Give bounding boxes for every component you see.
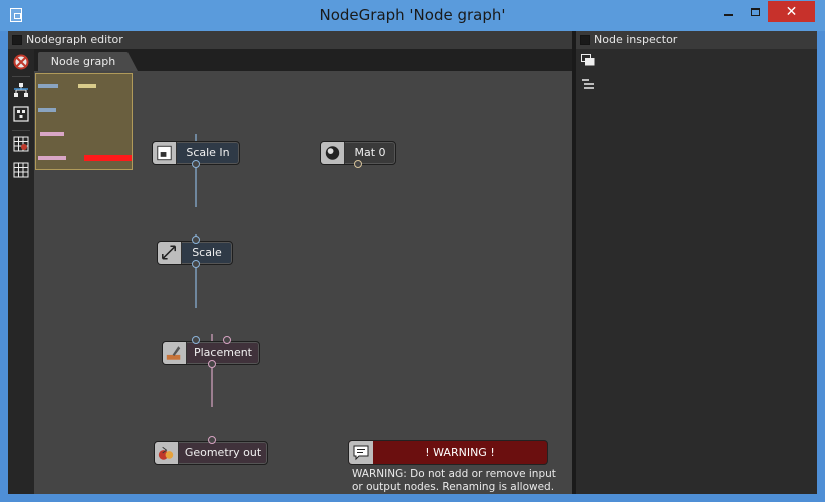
minimap-node [78,84,96,88]
scale-in-icon [153,142,177,164]
minimize-button[interactable] [715,1,742,22]
minimap-node [38,84,58,88]
close-button[interactable]: ✕ [768,1,815,22]
tab-strip: Node graph [34,49,572,71]
port-placement-in-geometry[interactable] [192,336,200,344]
tab-node-graph[interactable]: Node graph [38,52,138,71]
window-title: NodeGraph 'Node graph' [319,6,506,24]
minimap-node [40,132,64,136]
maximize-icon [751,7,760,16]
port-scale-in[interactable] [192,236,200,244]
panel-title: Nodegraph editor [26,33,123,46]
inspector-body [576,49,817,494]
toolbar-separator [12,76,30,77]
node-label: Mat 0 [354,146,386,159]
port-mat-0-out[interactable] [354,160,362,168]
material-icon [321,142,345,164]
port-placement-in-material[interactable] [223,336,231,344]
grid-snap-icon[interactable] [13,136,29,152]
grid-icon[interactable] [13,162,29,178]
node-label: Scale In [186,146,230,159]
warning-message: WARNING: Do not add or remove input or o… [352,468,556,493]
node-graph-canvas[interactable]: Scale In Mat 0 Scale Placement Geometry … [34,71,572,494]
editor-toolbar [8,49,34,494]
panel-float-checkbox[interactable] [580,35,590,45]
panel-title: Node inspector [594,33,678,46]
maximize-button[interactable] [742,1,769,22]
app-window: NodeGraph 'Node graph' ✕ Nodegraph edito… [0,0,825,502]
port-scale-out[interactable] [192,260,200,268]
scale-icon [158,242,182,264]
list-view-icon[interactable] [581,78,595,90]
minimap-node-warning [84,155,132,161]
window-stack-icon[interactable] [581,54,595,66]
node-label: ! WARNING ! [425,446,495,459]
panel-float-checkbox[interactable] [12,35,22,45]
placement-icon [163,342,187,364]
node-label: Geometry out [184,446,262,459]
node-inspector-panel: Node inspector [576,31,817,494]
port-geometry-out-in[interactable] [208,436,216,444]
port-scale-in-out[interactable] [192,160,200,168]
node-inspector-header[interactable]: Node inspector [576,31,817,49]
node-label: Scale [192,246,222,259]
comment-icon [349,441,373,464]
node-label: Placement [193,346,252,359]
close-icon: ✕ [785,3,798,20]
node-geometry-out[interactable]: Geometry out [154,441,268,465]
minimap-node [38,156,66,160]
client-area: Nodegraph editor Node graph Scale In Mat… [8,31,817,494]
layout-tree-icon[interactable] [13,82,29,98]
title-bar[interactable]: NodeGraph 'Node graph' ✕ [0,0,825,31]
delete-node-icon[interactable] [13,54,29,70]
port-placement-out[interactable] [208,360,216,368]
nodegraph-editor-panel: Nodegraph editor Node graph Scale In Mat… [8,31,572,494]
geometry-out-icon [155,442,179,464]
minimize-icon [724,13,733,16]
minimap-node [38,108,56,112]
minimap[interactable] [35,73,133,170]
frame-all-icon[interactable] [13,106,29,122]
nodegraph-editor-header[interactable]: Nodegraph editor [8,31,572,49]
node-warning-comment[interactable]: ! WARNING ! [348,440,548,465]
toolbar-separator [12,130,30,131]
